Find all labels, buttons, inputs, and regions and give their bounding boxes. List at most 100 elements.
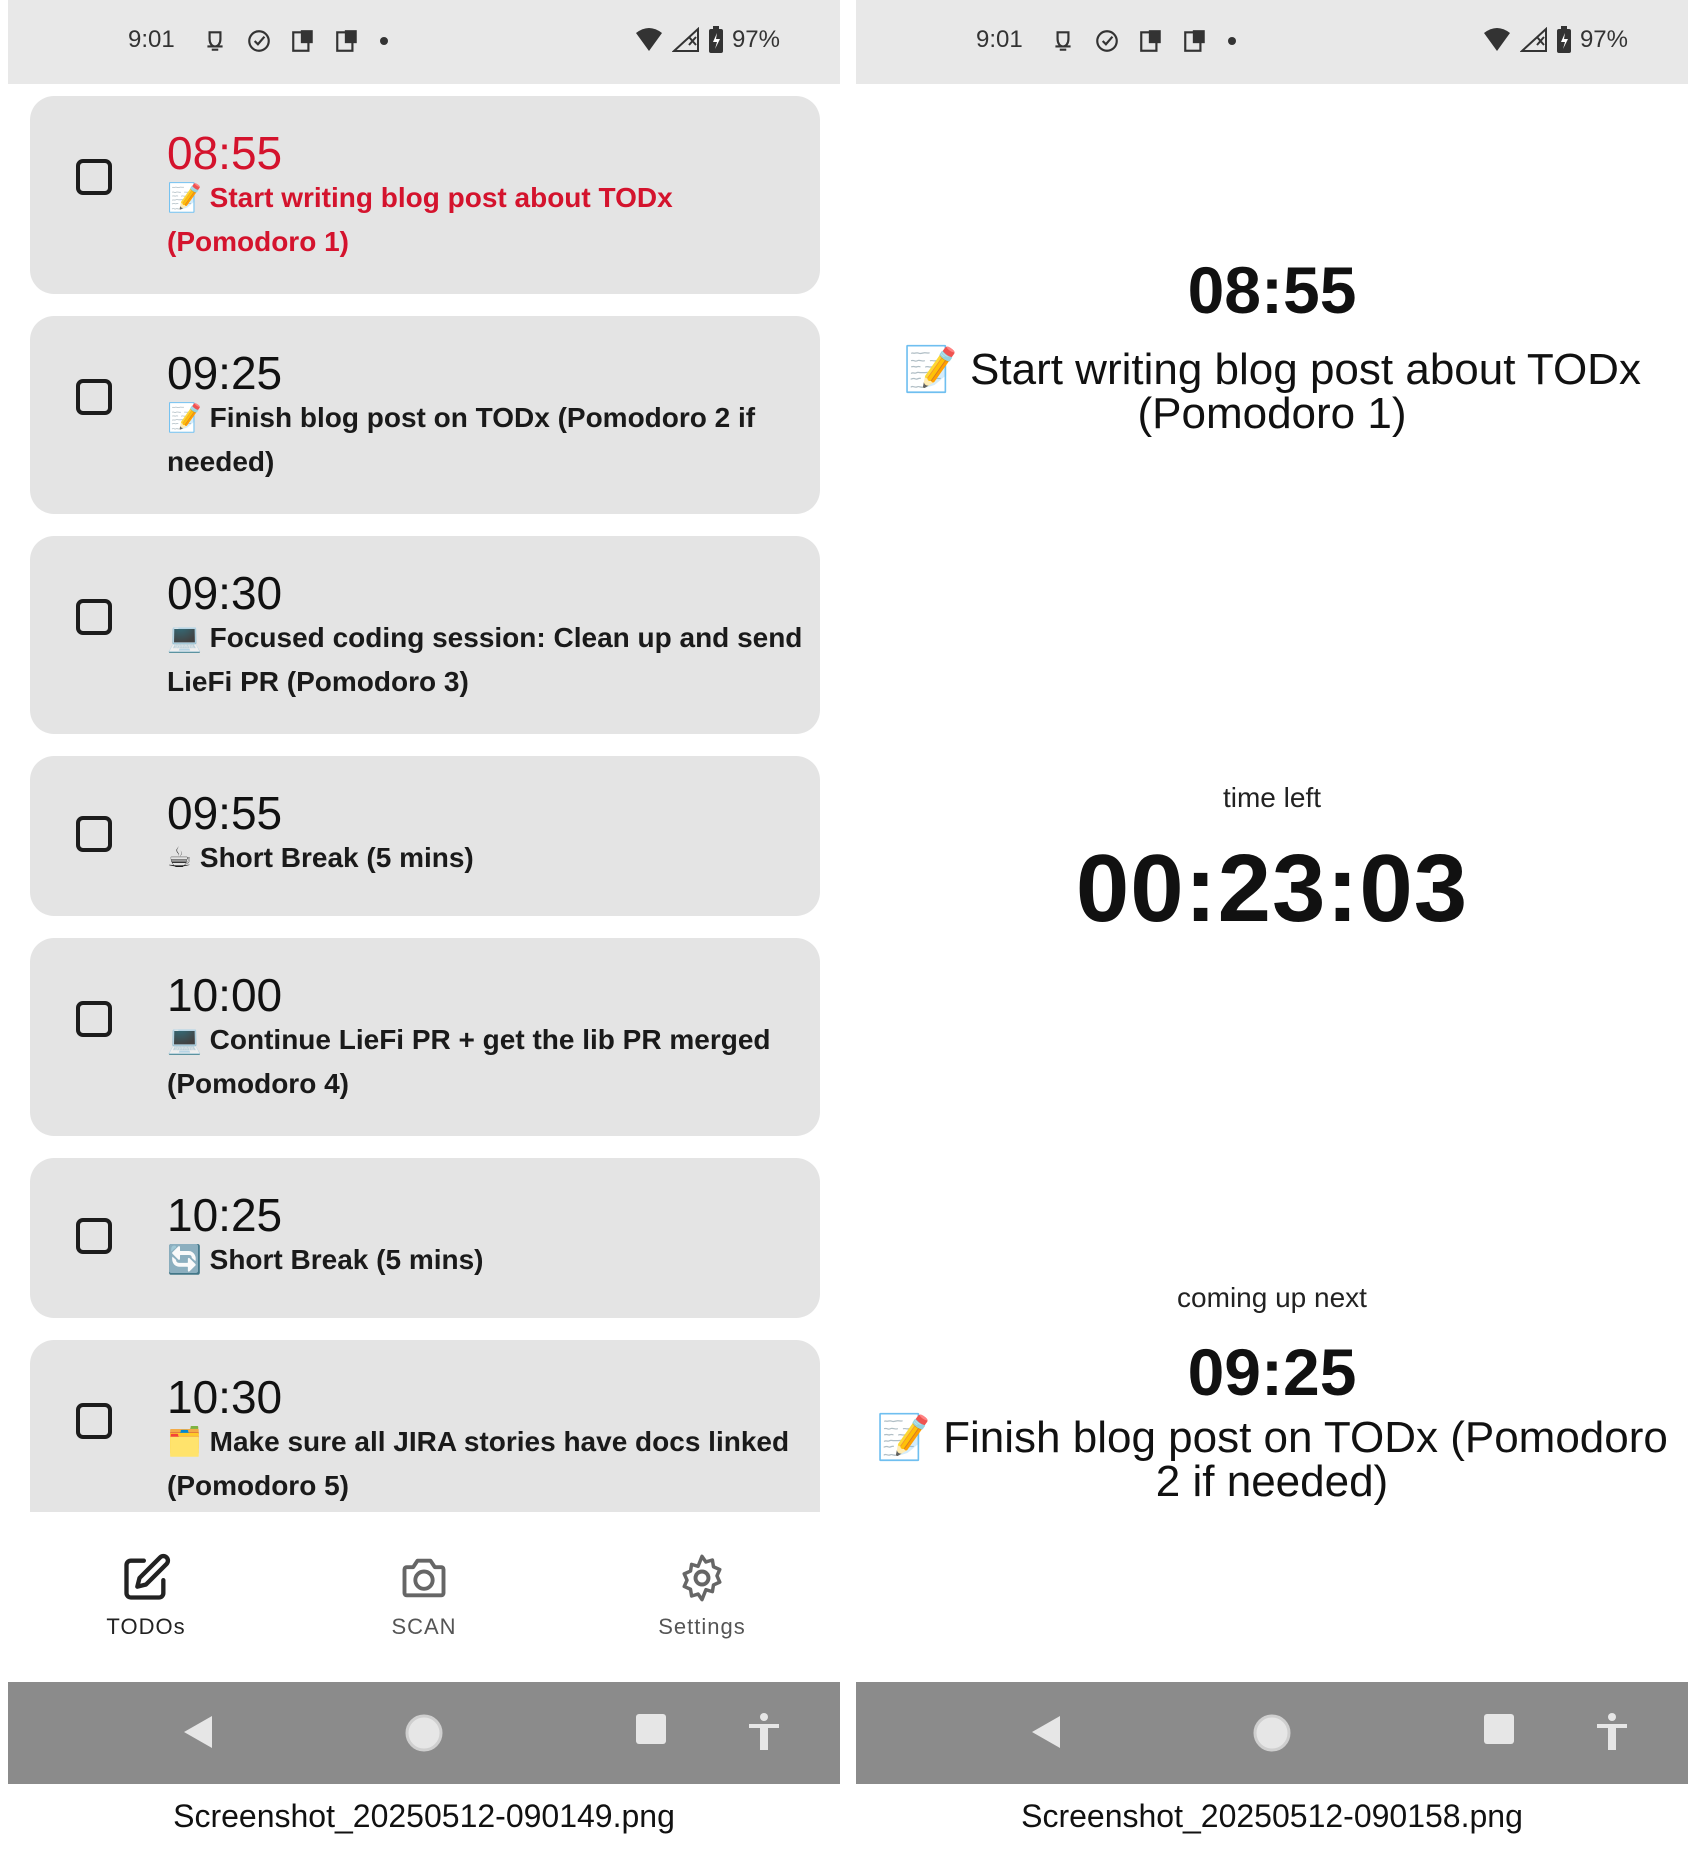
todo-card[interactable]: 09:30 💻 Focused coding session: Clean up… bbox=[30, 536, 820, 734]
system-nav-bar bbox=[856, 1682, 1688, 1784]
todo-card[interactable]: 10:30 🗂️ Make sure all JIRA stories have… bbox=[30, 1340, 820, 1512]
next-task-label: coming up next bbox=[1177, 1282, 1367, 1313]
battery-percent: 97% bbox=[731, 26, 780, 53]
gear-icon bbox=[682, 1554, 722, 1602]
wifi-icon bbox=[635, 28, 662, 51]
status-time: 9:01 bbox=[128, 26, 175, 53]
battery-percent: 97% bbox=[1579, 26, 1628, 53]
accessibility-icon[interactable] bbox=[1594, 1712, 1630, 1752]
todo-title: Make sure all JIRA stories have docs lin… bbox=[167, 1426, 790, 1501]
notification-bell-icon bbox=[207, 31, 223, 51]
todo-emoji: 🗂️ bbox=[167, 1426, 202, 1457]
todo-card[interactable]: 10:00 💻 Continue LieFi PR + get the lib … bbox=[30, 938, 820, 1136]
nav-scan-label: SCAN bbox=[391, 1614, 457, 1639]
todo-screen: 9:01 97% 08:55 📝 Start writing blog post… bbox=[8, 0, 840, 1784]
battery-icon bbox=[708, 26, 723, 53]
parking-icon bbox=[1140, 30, 1161, 52]
nav-scan[interactable]: SCAN bbox=[344, 1552, 504, 1640]
bottom-nav: TODOs SCAN Settings bbox=[8, 1512, 840, 1682]
todo-emoji: 💻 bbox=[167, 1024, 202, 1055]
todo-checkbox[interactable] bbox=[76, 1218, 112, 1254]
todo-title: Short Break (5 mins) bbox=[209, 1244, 484, 1275]
nav-todos-label: TODOs bbox=[106, 1614, 186, 1639]
todo-title: Continue LieFi PR + get the lib PR merge… bbox=[167, 1024, 771, 1099]
parking-icon bbox=[336, 30, 357, 52]
todo-time: 09:55 bbox=[167, 787, 283, 839]
todo-checkbox[interactable] bbox=[76, 816, 112, 852]
check-circle-icon bbox=[1096, 30, 1118, 52]
todo-time: 09:25 bbox=[167, 347, 283, 399]
home-icon[interactable] bbox=[1251, 1712, 1293, 1754]
todo-card[interactable]: 09:25 📝 Finish blog post on TODx (Pomodo… bbox=[30, 316, 820, 514]
notification-bell-icon bbox=[1055, 31, 1071, 51]
signal-icon bbox=[1519, 27, 1547, 52]
todo-checkbox[interactable] bbox=[76, 379, 112, 415]
next-task-time: 09:25 bbox=[1187, 1335, 1357, 1409]
nav-todos[interactable]: TODOs bbox=[66, 1552, 226, 1640]
next-task-title: 📝 Finish blog post on TODx (Pomodoro 2 i… bbox=[876, 1413, 1668, 1506]
todo-emoji: ☕ bbox=[167, 842, 193, 873]
focus-screen: 9:01 97% 08:55 📝 Start writing blog post… bbox=[856, 0, 1688, 1784]
parking-icon bbox=[292, 30, 313, 52]
status-bar: 9:01 97% bbox=[8, 0, 840, 84]
todo-time: 08:55 bbox=[167, 127, 283, 179]
nav-settings[interactable]: Settings bbox=[622, 1552, 782, 1640]
parking-icon bbox=[1184, 30, 1205, 52]
todo-card[interactable]: 09:55 ☕ Short Break (5 mins) bbox=[30, 756, 820, 916]
focus-view: 08:55 📝 Start writing blog post about TO… bbox=[856, 84, 1688, 1682]
recents-icon[interactable] bbox=[1482, 1712, 1516, 1746]
current-task-time: 08:55 bbox=[1187, 253, 1357, 327]
todo-emoji: 💻 bbox=[167, 622, 202, 653]
system-status-icons: 97% bbox=[1482, 26, 1628, 54]
todo-card[interactable]: 08:55 📝 Start writing blog post about TO… bbox=[30, 96, 820, 294]
back-icon[interactable] bbox=[1028, 1712, 1064, 1752]
status-bar: 9:01 97% bbox=[856, 0, 1688, 84]
signal-icon bbox=[671, 27, 699, 52]
todo-title: Start writing blog post about TODx (Pomo… bbox=[167, 182, 673, 257]
wifi-icon bbox=[1483, 28, 1510, 51]
todo-title: Focused coding session: Clean up and sen… bbox=[167, 622, 803, 697]
time-left-label: time left bbox=[1222, 782, 1322, 813]
todo-text: 🔄 Short Break (5 mins) bbox=[167, 1238, 807, 1282]
dot-icon bbox=[380, 37, 388, 45]
todo-checkbox[interactable] bbox=[76, 1403, 112, 1439]
todo-list: 08:55 📝 Start writing blog post about TO… bbox=[8, 84, 840, 1512]
todo-emoji: 📝 bbox=[167, 182, 202, 213]
back-icon[interactable] bbox=[180, 1712, 216, 1752]
notification-icons bbox=[1050, 28, 1238, 54]
todo-time: 10:25 bbox=[167, 1189, 283, 1241]
camera-icon bbox=[402, 1558, 446, 1598]
todo-text: ☕ Short Break (5 mins) bbox=[167, 836, 807, 880]
nav-settings-label: Settings bbox=[658, 1614, 746, 1639]
todo-emoji: 🔄 bbox=[167, 1244, 202, 1275]
todo-text: 📝 Finish blog post on TODx (Pomodoro 2 i… bbox=[167, 396, 807, 484]
todo-time: 10:30 bbox=[167, 1371, 283, 1423]
todo-text: 📝 Start writing blog post about TODx (Po… bbox=[167, 176, 807, 264]
todo-time: 10:00 bbox=[167, 969, 283, 1021]
caption-left: Screenshot_20250512-090149.png bbox=[173, 1798, 675, 1834]
caption-right: Screenshot_20250512-090158.png bbox=[1021, 1798, 1523, 1834]
battery-icon bbox=[1556, 26, 1571, 53]
status-time: 9:01 bbox=[976, 26, 1023, 53]
recents-icon[interactable] bbox=[634, 1712, 668, 1746]
current-task-title: 📝 Start writing blog post about TODx (Po… bbox=[903, 345, 1641, 438]
todo-checkbox[interactable] bbox=[76, 599, 112, 635]
accessibility-icon[interactable] bbox=[746, 1712, 782, 1752]
todo-checkbox[interactable] bbox=[76, 159, 112, 195]
countdown-timer: 00:23:03 bbox=[1075, 835, 1469, 942]
check-circle-icon bbox=[248, 30, 270, 52]
todo-text: 💻 Focused coding session: Clean up and s… bbox=[167, 616, 807, 704]
todo-card[interactable]: 10:25 🔄 Short Break (5 mins) bbox=[30, 1158, 820, 1318]
system-nav-bar bbox=[8, 1682, 840, 1784]
system-status-icons: 97% bbox=[634, 26, 780, 54]
notification-icons bbox=[202, 28, 390, 54]
todo-emoji: 📝 bbox=[167, 402, 202, 433]
home-icon[interactable] bbox=[403, 1712, 445, 1754]
todo-time: 09:30 bbox=[167, 567, 283, 619]
dot-icon bbox=[1228, 37, 1236, 45]
todo-checkbox[interactable] bbox=[76, 1001, 112, 1037]
todo-text: 💻 Continue LieFi PR + get the lib PR mer… bbox=[167, 1018, 807, 1106]
edit-icon bbox=[124, 1553, 171, 1600]
todo-title: Short Break (5 mins) bbox=[199, 842, 474, 873]
todo-title: Finish blog post on TODx (Pomodoro 2 if … bbox=[167, 402, 756, 477]
